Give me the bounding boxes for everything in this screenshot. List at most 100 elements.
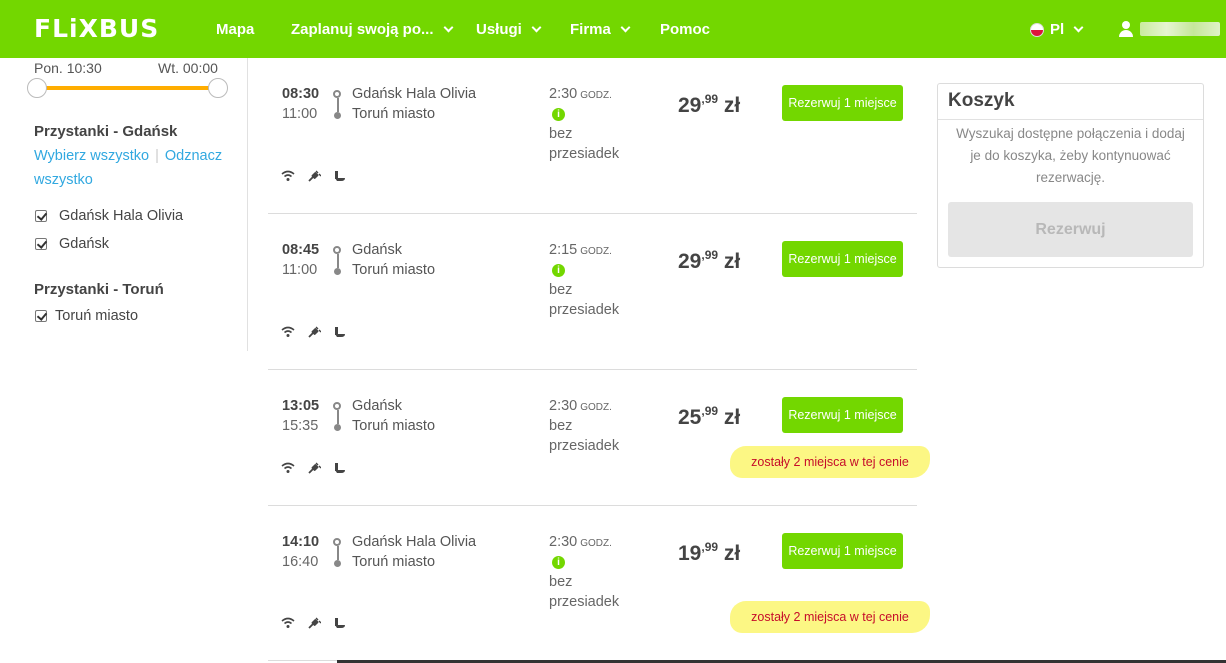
route-line <box>337 254 339 268</box>
route-line <box>337 98 339 112</box>
amenities <box>281 617 347 629</box>
time-slider-end-handle[interactable] <box>208 78 228 98</box>
toilet-icon <box>335 618 345 628</box>
transfer-info: bez przesiadek <box>549 282 620 318</box>
filter-sidebar: Pon. 10:30 Wt. 00:00 Przystanki - Gdańsk… <box>0 58 248 351</box>
info-icon[interactable]: i <box>552 108 565 121</box>
amenities <box>281 326 347 338</box>
chevron-down-icon <box>1073 22 1084 33</box>
arrival-time: 16:40 <box>282 554 319 570</box>
trip-duration: 2:30 GODZ. <box>549 534 612 550</box>
route-line <box>337 546 339 560</box>
arrival-time: 11:00 <box>282 106 318 122</box>
wifi-icon <box>281 617 295 628</box>
route-end-dot <box>334 268 341 275</box>
book-seat-button[interactable]: Rezerwuj 1 miejsce <box>782 397 903 433</box>
book-seat-button[interactable]: Rezerwuj 1 miejsce <box>782 241 903 277</box>
departure-time: 08:30 <box>282 86 320 102</box>
route-end-dot <box>334 112 341 119</box>
power-socket-icon <box>308 170 321 182</box>
stop-checkbox-torun-miasto[interactable]: Toruń miasto <box>35 308 138 324</box>
arrival-stop: Toruń miasto <box>352 262 436 278</box>
departure-stop: Gdańsk <box>352 398 402 414</box>
nav-plan-trip[interactable]: Zaplanuj swoją po... <box>291 21 453 38</box>
low-availability-warning: zostały 2 miejsca w tej cenie <box>730 446 930 478</box>
select-all-link[interactable]: Wybierz wszystko <box>34 148 149 164</box>
ticket-price: 19,99 zł <box>678 540 741 565</box>
departure-stop: Gdańsk <box>352 242 402 258</box>
ticket-price: 29,99 zł <box>678 248 741 273</box>
low-availability-warning: zostały 2 miejsca w tej cenie <box>730 601 930 633</box>
info-icon[interactable]: i <box>552 264 565 277</box>
poland-flag-icon <box>1030 22 1044 37</box>
time-range-end: Wt. 00:00 <box>158 60 218 76</box>
chevron-down-icon <box>620 22 631 33</box>
ticket-price: 25,99 zł <box>678 404 741 429</box>
book-seat-button[interactable]: Rezerwuj 1 miejsce <box>782 533 903 569</box>
route-start-dot <box>333 402 341 410</box>
stops-torun-heading: Przystanki - Toruń <box>34 281 164 298</box>
trip-duration: 2:30 GODZ. <box>549 398 612 414</box>
flixbus-logo[interactable]: FLiXBUS <box>34 14 159 43</box>
departure-stop: Gdańsk Hala Olivia <box>352 86 477 102</box>
user-account-menu[interactable] <box>1118 21 1220 37</box>
departure-stop: Gdańsk Hala Olivia <box>352 534 477 550</box>
trip-duration: 2:15 GODZ. <box>549 242 612 258</box>
trip-duration: 2:30 GODZ. <box>549 86 612 102</box>
stops-gdansk-links: Wybierz wszystko | Odznacz wszystko <box>34 144 234 192</box>
time-slider-start-handle[interactable] <box>27 78 47 98</box>
arrival-time: 15:35 <box>282 418 319 434</box>
route-line <box>337 410 339 424</box>
nav-services[interactable]: Usługi <box>476 21 542 38</box>
stop-checkbox-gdansk[interactable]: Gdańsk <box>35 236 109 252</box>
nav-mapa[interactable]: Mapa <box>216 21 254 38</box>
book-seat-button[interactable]: Rezerwuj 1 miejsce <box>782 85 903 121</box>
divider <box>938 119 1203 120</box>
top-navigation-bar: FLiXBUS Mapa Zaplanuj swoją po... Usługi… <box>0 0 1226 58</box>
wifi-icon <box>281 326 295 337</box>
route-start-dot <box>333 90 341 98</box>
ticket-price: 29,99 zł <box>678 92 741 117</box>
departure-time: 14:10 <box>282 534 320 550</box>
power-socket-icon <box>308 326 321 338</box>
checkbox-checked[interactable] <box>35 238 47 250</box>
stop-checkbox-gdansk-hala-olivia[interactable]: Gdańsk Hala Olivia <box>35 208 183 224</box>
departure-time: 08:45 <box>282 242 320 258</box>
cart-empty-message: Wyszukaj dostępne połączenia i dodaj je … <box>956 126 1185 185</box>
checkbox-checked[interactable] <box>35 310 47 322</box>
amenities <box>281 170 347 182</box>
info-icon[interactable]: i <box>552 556 565 569</box>
time-slider-track[interactable] <box>37 86 217 90</box>
chevron-down-icon <box>443 22 453 33</box>
chevron-down-icon <box>531 22 542 33</box>
amenities <box>281 462 347 474</box>
cart-title: Koszyk <box>948 90 1015 111</box>
wifi-icon <box>281 170 295 181</box>
toilet-icon <box>335 171 345 181</box>
result-row: 08:45 11:00 Gdańsk Toruń miasto 2:15 GODZ… <box>268 214 917 370</box>
cart-panel: Koszyk Wyszukaj dostępne połączenia i do… <box>937 83 1204 268</box>
redacted-username <box>1140 22 1220 36</box>
power-socket-icon <box>308 617 321 629</box>
result-row: 14:10 16:40 Gdańsk Hala Olivia Toruń mia… <box>268 506 930 661</box>
link-separator: | <box>155 148 159 164</box>
route-start-dot <box>333 246 341 254</box>
cart-book-button-disabled[interactable]: Rezerwuj <box>948 202 1193 257</box>
arrival-time: 11:00 <box>282 262 318 278</box>
nav-company[interactable]: Firma <box>570 21 631 38</box>
time-range-start: Pon. 10:30 <box>34 60 102 76</box>
arrival-stop: Toruń miasto <box>352 554 436 570</box>
power-socket-icon <box>308 462 321 474</box>
checkbox-checked[interactable] <box>35 210 47 222</box>
stops-gdansk-heading: Przystanki - Gdańsk <box>34 123 178 140</box>
language-selector[interactable]: Pl <box>1030 21 1084 38</box>
transfer-info: bez przesiadek <box>549 574 620 610</box>
toilet-icon <box>335 463 345 473</box>
route-end-dot <box>334 424 341 431</box>
result-row: 08:30 11:00 Gdańsk Hala Olivia Toruń mia… <box>268 58 917 214</box>
nav-help[interactable]: Pomoc <box>660 21 710 38</box>
result-row: 13:05 15:35 Gdańsk Toruń miasto 2:30 GODZ… <box>268 370 930 506</box>
arrival-stop: Toruń miasto <box>352 106 436 122</box>
transfer-info: bez przesiadek <box>549 126 620 162</box>
arrival-stop: Toruń miasto <box>352 418 436 434</box>
